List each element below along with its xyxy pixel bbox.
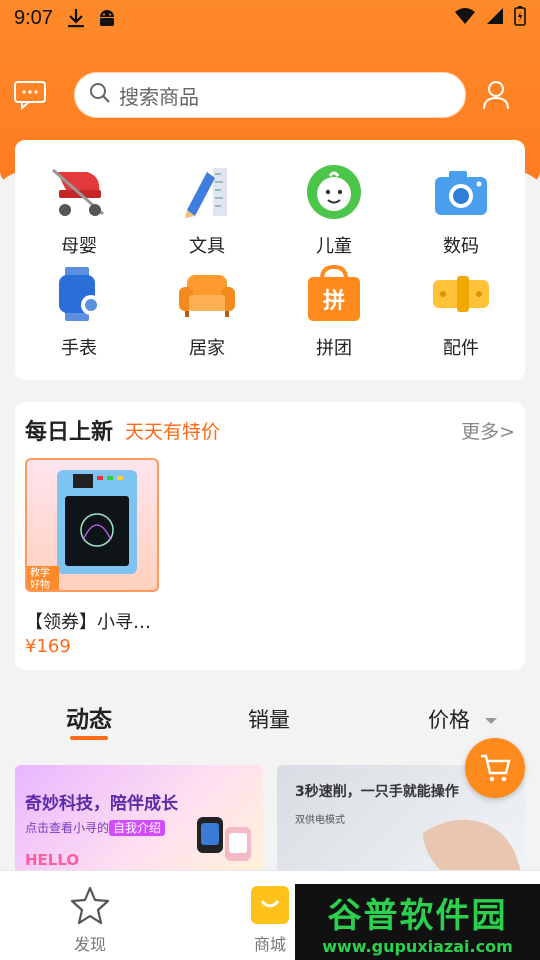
category-label: 母婴 — [61, 236, 97, 257]
nav-discover[interactable]: 发现 — [40, 885, 140, 955]
category-item-group-buy[interactable]: 拼 拼团 — [270, 264, 398, 364]
feed-title: 奇妙科技，陪伴成长 — [25, 794, 178, 814]
category-item-digital[interactable]: 数码 — [397, 162, 525, 262]
camera-icon — [431, 162, 491, 222]
search-placeholder: 搜索商品 — [119, 84, 199, 109]
section-subtitle: 天天有特价 — [125, 421, 221, 443]
sort-tabs: 动态 销量 价格 — [0, 700, 540, 744]
group-buy-badge-text: 拼 — [323, 288, 345, 314]
user-icon — [483, 81, 509, 110]
cart-icon — [481, 754, 511, 782]
band-icon — [431, 264, 491, 324]
product-name[interactable]: 【领券】小寻… — [25, 608, 151, 634]
user-button[interactable] — [478, 77, 514, 113]
category-label: 手表 — [61, 338, 97, 359]
category-label: 儿童 — [316, 236, 352, 257]
pencil-ruler-icon — [177, 162, 237, 222]
sofa-icon — [177, 264, 237, 324]
bag-smile-icon — [251, 886, 289, 924]
cart-button[interactable] — [465, 738, 525, 798]
shopping-bag-icon: 拼 — [304, 264, 364, 324]
feed-card[interactable]: 奇妙科技，陪伴成长 点击查看小寻的 自我介绍 HELLO — [15, 765, 263, 870]
category-label: 拼团 — [316, 338, 352, 359]
category-item-home[interactable]: 居家 — [143, 264, 271, 364]
tab-dynamic[interactable]: 动态 — [66, 700, 112, 734]
download-icon — [67, 8, 85, 28]
kids-watch-image — [197, 817, 251, 861]
tab-sales[interactable]: 销量 — [248, 704, 290, 734]
tab-price[interactable]: 价格 — [428, 704, 497, 734]
hand-image — [423, 819, 521, 870]
category-item-accessories[interactable]: 配件 — [397, 264, 525, 364]
feed-subtitle: 双供电模式 — [295, 815, 345, 826]
star-icon — [70, 886, 110, 925]
active-tab-indicator — [70, 736, 108, 740]
watermark-title: 谷普软件园 — [327, 896, 508, 936]
status-time: 9:07 — [14, 6, 53, 29]
category-item-watch[interactable]: 手表 — [15, 264, 143, 364]
nav-label: 商城 — [253, 935, 286, 954]
daily-new-card: 每日上新 天天有特价 更多> 教学好物 【领券】小寻… ¥169 — [15, 402, 525, 670]
stroller-icon — [49, 162, 109, 222]
tab-price-label: 价格 — [428, 708, 470, 732]
more-link[interactable]: 更多> — [461, 417, 515, 444]
product-price: ¥169 — [25, 636, 71, 657]
chat-icon — [14, 81, 46, 110]
battery-icon — [514, 5, 526, 31]
child-face-icon — [304, 162, 364, 222]
nav-label: 发现 — [73, 935, 106, 954]
feed-subtitle: 点击查看小寻的 自我介绍 — [25, 819, 166, 836]
smartwatch-icon — [49, 264, 109, 324]
watermark-url: www.gupuxiazai.com — [322, 937, 513, 956]
product-tag: 教学好物 — [30, 568, 50, 591]
signal-icon — [486, 7, 504, 30]
feed-deco-text: HELLO — [25, 851, 80, 869]
category-label: 数码 — [443, 236, 479, 257]
header: 搜索商品 — [0, 72, 540, 120]
feed-subtitle-prefix: 点击查看小寻的 — [25, 821, 110, 835]
category-item-kids[interactable]: 儿童 — [270, 162, 398, 262]
android-icon — [97, 8, 117, 28]
category-label: 文具 — [189, 236, 225, 257]
category-card: 母婴 文具 儿童 数码 手表 居家 拼 拼团 配件 — [15, 140, 525, 380]
category-label: 配件 — [443, 338, 479, 359]
search-bar[interactable]: 搜索商品 — [74, 72, 466, 118]
category-item-maternal[interactable]: 母婴 — [15, 162, 143, 262]
feed-subtitle-highlight: 自我介绍 — [109, 820, 166, 836]
category-item-stationery[interactable]: 文具 — [143, 162, 271, 262]
message-button[interactable] — [12, 77, 48, 113]
sort-down-icon — [484, 718, 497, 724]
status-bar: 9:07 — [0, 0, 540, 36]
search-icon — [89, 82, 111, 108]
watermark: 谷普软件园 www.gupuxiazai.com — [295, 884, 540, 960]
category-label: 居家 — [189, 338, 225, 359]
wifi-icon — [454, 7, 476, 30]
product-image[interactable]: 教学好物 — [25, 458, 159, 592]
section-title: 每日上新 — [25, 420, 114, 445]
